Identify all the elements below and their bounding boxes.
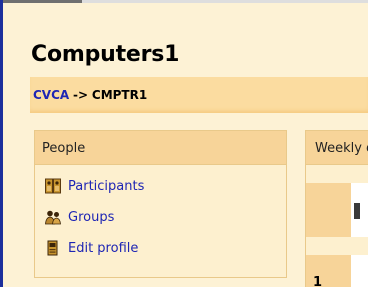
edit-profile-label: Edit profile (68, 240, 139, 256)
edit-profile-icon (45, 240, 61, 256)
people-block-header: People (35, 131, 286, 165)
breadcrumb-current: CMPTR1 (91, 88, 148, 102)
weekly-outline-header: Weekly outline (306, 131, 368, 165)
weekly-section-icon (354, 203, 360, 219)
week-number: 1 (313, 275, 323, 287)
week-1-content (351, 255, 368, 287)
participants-icon (45, 178, 61, 194)
page-title: Computers1 (31, 42, 180, 67)
navigation-bar: CVCA -> CMPTR1 (30, 77, 368, 113)
weekly-section-side (306, 183, 351, 237)
breadcrumb: CVCA -> CMPTR1 (33, 88, 147, 102)
participants-label: Participants (68, 178, 145, 194)
groups-label: Groups (68, 209, 115, 225)
edit-profile-link[interactable]: Edit profile (45, 238, 138, 258)
people-block: People Participants Groups Edit profile (34, 130, 287, 278)
weekly-outline-block: Weekly outline 1 (305, 130, 368, 287)
breadcrumb-link-cvca[interactable]: CVCA (33, 88, 69, 102)
breadcrumb-separator: -> (73, 88, 89, 102)
groups-icon (45, 209, 61, 225)
participants-link[interactable]: Participants (45, 176, 144, 196)
groups-link[interactable]: Groups (45, 207, 114, 227)
